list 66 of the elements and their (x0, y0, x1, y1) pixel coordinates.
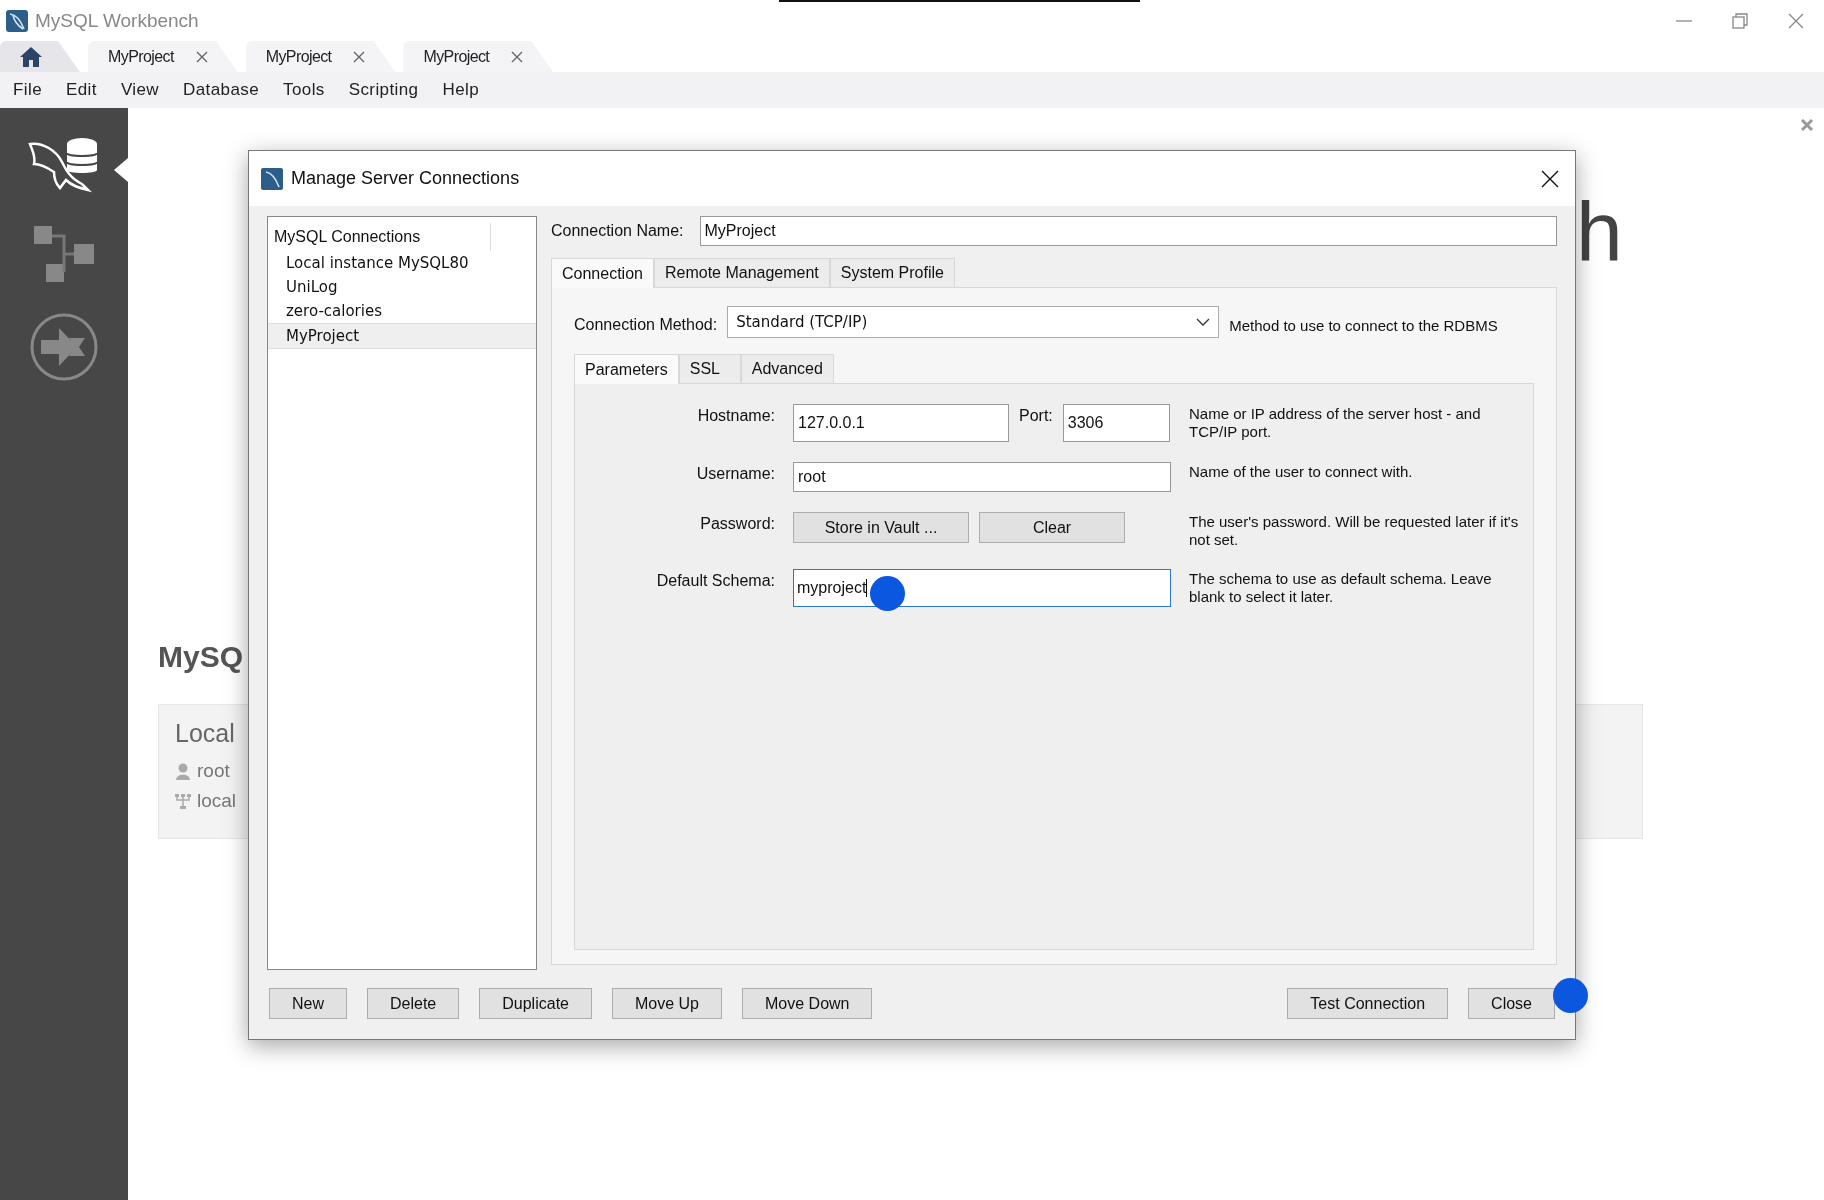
window-title: MySQL Workbench (35, 9, 199, 32)
home-icon (18, 44, 44, 69)
button[interactable]: Move Down (742, 988, 873, 1019)
connection-method-dropdown[interactable]: Standard (TCP/IP) (727, 306, 1220, 338)
connection-name-field[interactable]: MyProject (699, 216, 1557, 246)
editor-tab[interactable]: MyProject (403, 41, 554, 72)
tab[interactable]: SSL (678, 354, 741, 383)
app-logo-icon (261, 167, 283, 190)
button[interactable]: Delete (367, 988, 460, 1019)
connection-item[interactable]: zero-calories (268, 299, 536, 323)
menu-item[interactable]: View (111, 80, 169, 100)
menu-item[interactable]: Scripting (339, 80, 428, 100)
button[interactable]: Duplicate (479, 988, 592, 1019)
connection-item[interactable]: Local instance MySQL80 (268, 251, 536, 275)
field-label: Connection Name: (551, 222, 684, 240)
hint-text: Name or IP address of the server host - and TCP/IP port. (1189, 404, 1482, 441)
button[interactable]: Test Connection (1287, 988, 1449, 1019)
text-field[interactable]: root (793, 462, 1171, 492)
user-icon (175, 762, 191, 780)
menu-item[interactable]: Help (433, 80, 489, 100)
tab[interactable]: Remote Management (653, 258, 830, 287)
tab[interactable]: Parameters (574, 354, 679, 384)
app-logo-icon (5, 8, 29, 33)
hint-text: Method to use to connect to the RDBMS (1229, 316, 1498, 334)
field-label: Port: (1019, 406, 1053, 425)
connection-item[interactable]: MyProject (268, 323, 536, 349)
connections-heading: MySQ (158, 640, 245, 674)
host-label: local (197, 790, 237, 812)
dialog-title: Manage Server Connections (291, 168, 520, 189)
hint-text: Name of the user to connect with. (1189, 462, 1414, 481)
button[interactable]: Close (1468, 988, 1555, 1019)
menu-item[interactable]: Edit (57, 80, 106, 100)
field-label: Password: (699, 514, 775, 533)
connections-list[interactable]: MySQL Connections Local instance MySQL80 UniLog zero-calories MyProject (267, 216, 537, 970)
welcome-title: h (1576, 190, 1623, 274)
restore-icon[interactable] (1732, 12, 1748, 29)
menu-item[interactable]: File (4, 80, 51, 100)
network-icon (175, 792, 191, 810)
menu-item[interactable]: Tools (274, 80, 334, 100)
user-label: root (197, 760, 230, 782)
list-header: MySQL Connections (268, 223, 491, 251)
close-icon[interactable] (1541, 169, 1559, 188)
button[interactable]: Clear (979, 512, 1125, 543)
tab[interactable]: Connection (551, 258, 654, 288)
chevron-down-icon (1196, 318, 1211, 326)
button[interactable]: Move Up (611, 988, 722, 1019)
model-diagram-icon[interactable] (34, 224, 94, 284)
field-label: Connection Method: (574, 316, 718, 334)
tab[interactable]: Advanced (740, 354, 834, 383)
hint-text: The schema to use as default schema. Leave blank to select it later. (1189, 569, 1493, 606)
hostname-field[interactable]: 127.0.0.1 (793, 404, 1009, 442)
menu-item[interactable]: Database (174, 80, 269, 100)
port-field[interactable]: 3306 (1062, 404, 1170, 442)
field-label: Hostname: (696, 406, 775, 425)
editor-tab[interactable]: MyProject (245, 41, 396, 72)
field-label: Default Schema: (655, 571, 775, 590)
connection-tile-title: Local (175, 719, 236, 748)
home-tab[interactable] (0, 41, 80, 72)
tab[interactable]: System Profile (829, 258, 955, 287)
button[interactable]: New (269, 988, 347, 1019)
field-label: Username: (695, 464, 775, 483)
button[interactable]: Store in Vault ... (793, 512, 969, 543)
hint-text: The user's password. Will be requested later if it's not set. (1189, 512, 1520, 549)
editor-tab[interactable]: MyProject (88, 41, 238, 72)
text-field[interactable]: myproject (793, 569, 1171, 607)
connection-item[interactable]: UniLog (268, 275, 536, 299)
